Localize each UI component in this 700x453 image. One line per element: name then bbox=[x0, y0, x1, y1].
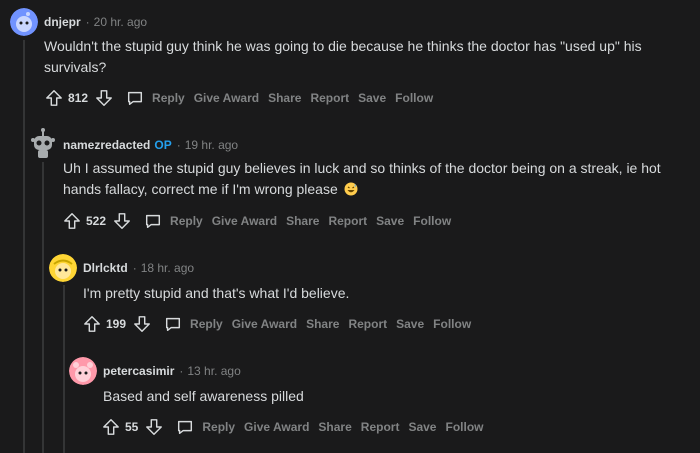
give-award-button[interactable]: Give Award bbox=[212, 214, 277, 228]
comment-timestamp[interactable]: 20 hr. ago bbox=[94, 15, 147, 29]
thread-line[interactable] bbox=[42, 162, 44, 453]
comment-body: Uh I assumed the stupid guy believes in … bbox=[63, 160, 661, 197]
follow-button[interactable]: Follow bbox=[413, 214, 451, 228]
avatar[interactable] bbox=[29, 128, 57, 160]
reply-button[interactable]: Reply bbox=[202, 420, 235, 434]
reply-icon[interactable] bbox=[126, 88, 146, 108]
report-button[interactable]: Report bbox=[348, 317, 387, 331]
follow-button[interactable]: Follow bbox=[445, 420, 483, 434]
save-button[interactable]: Save bbox=[376, 214, 404, 228]
comment-actions: 55 Reply Give Award Share Report Save Fo… bbox=[101, 415, 483, 439]
vote-score: 812 bbox=[68, 91, 89, 105]
comment-actions: 812 Reply Give Award Share Report Save F… bbox=[44, 86, 433, 110]
give-award-button[interactable]: Give Award bbox=[244, 420, 309, 434]
comment-body: Based and self awareness pilled bbox=[103, 388, 304, 404]
comment-author[interactable]: namezredacted bbox=[63, 138, 150, 152]
downvote-icon[interactable] bbox=[144, 417, 164, 437]
share-button[interactable]: Share bbox=[268, 91, 301, 105]
comment-author[interactable]: petercasimir bbox=[103, 364, 174, 378]
vote-score: 522 bbox=[86, 214, 107, 228]
share-button[interactable]: Share bbox=[286, 214, 319, 228]
report-button[interactable]: Report bbox=[361, 420, 400, 434]
avatar[interactable] bbox=[69, 357, 97, 385]
comment-author[interactable]: Dlrlcktd bbox=[83, 261, 128, 275]
downvote-icon[interactable] bbox=[94, 88, 114, 108]
comment-timestamp[interactable]: 19 hr. ago bbox=[185, 138, 238, 152]
save-button[interactable]: Save bbox=[408, 420, 436, 434]
save-button[interactable]: Save bbox=[358, 91, 386, 105]
grinning-sweat-emoji-icon bbox=[344, 181, 358, 196]
upvote-icon[interactable] bbox=[82, 314, 102, 334]
reply-icon[interactable] bbox=[164, 314, 184, 334]
reply-button[interactable]: Reply bbox=[190, 317, 223, 331]
downvote-icon[interactable] bbox=[112, 211, 132, 231]
reply-button[interactable]: Reply bbox=[152, 91, 185, 105]
op-badge: OP bbox=[154, 138, 172, 152]
upvote-icon[interactable] bbox=[44, 88, 64, 108]
comment-body: Wouldn't the stupid guy think he was goi… bbox=[44, 38, 642, 75]
report-button[interactable]: Report bbox=[328, 214, 367, 228]
comment-body: I'm pretty stupid and that's what I'd be… bbox=[83, 285, 350, 301]
avatar[interactable] bbox=[10, 8, 38, 36]
share-button[interactable]: Share bbox=[306, 317, 339, 331]
reply-icon[interactable] bbox=[176, 417, 196, 437]
vote-score: 55 bbox=[125, 420, 139, 434]
reply-button[interactable]: Reply bbox=[170, 214, 203, 228]
comment-timestamp[interactable]: 18 hr. ago bbox=[141, 261, 194, 275]
downvote-icon[interactable] bbox=[132, 314, 152, 334]
follow-button[interactable]: Follow bbox=[433, 317, 471, 331]
report-button[interactable]: Report bbox=[310, 91, 349, 105]
upvote-icon[interactable] bbox=[101, 417, 121, 437]
avatar[interactable] bbox=[49, 254, 77, 282]
reply-icon[interactable] bbox=[144, 211, 164, 231]
upvote-icon[interactable] bbox=[62, 211, 82, 231]
comment-actions: 522 Reply Give Award Share Report Save F… bbox=[62, 209, 451, 233]
comment-actions: 199 Reply Give Award Share Report Save F… bbox=[82, 312, 471, 336]
thread-line[interactable] bbox=[63, 285, 65, 453]
comment-author[interactable]: dnjepr bbox=[44, 15, 81, 29]
comment-timestamp[interactable]: 13 hr. ago bbox=[187, 364, 240, 378]
follow-button[interactable]: Follow bbox=[395, 91, 433, 105]
save-button[interactable]: Save bbox=[396, 317, 424, 331]
vote-score: 199 bbox=[106, 317, 127, 331]
thread-line[interactable] bbox=[23, 40, 25, 453]
give-award-button[interactable]: Give Award bbox=[232, 317, 297, 331]
share-button[interactable]: Share bbox=[318, 420, 351, 434]
give-award-button[interactable]: Give Award bbox=[194, 91, 259, 105]
